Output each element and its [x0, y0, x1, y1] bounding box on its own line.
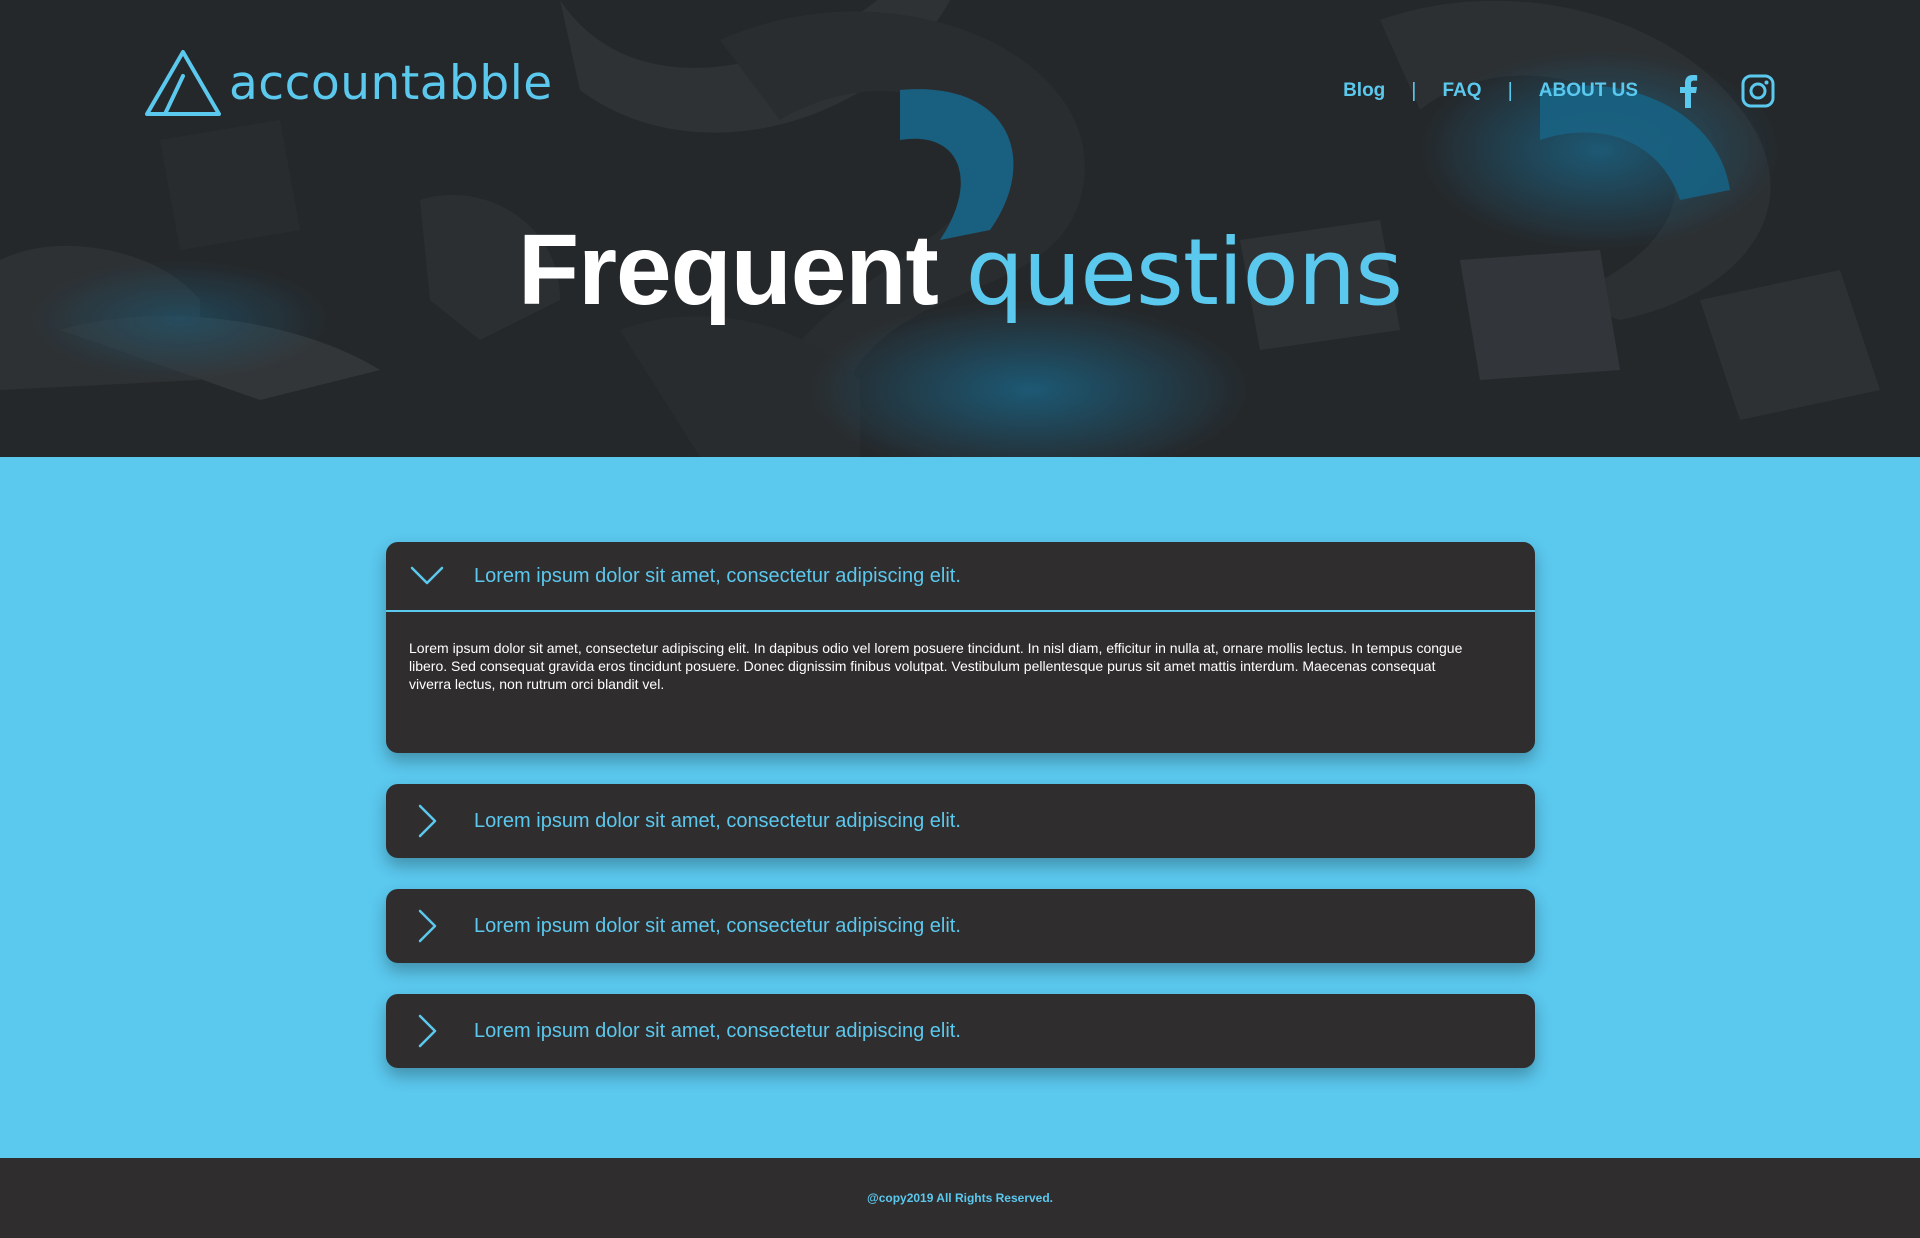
nav-separator: | — [1507, 79, 1513, 102]
faq-answer: Lorem ipsum dolor sit amet, consectetur … — [409, 640, 1463, 692]
faq-item: Lorem ipsum dolor sit amet, consectetur … — [386, 889, 1535, 963]
nav-link-blog[interactable]: Blog — [1343, 80, 1385, 102]
chevron-right-icon — [408, 907, 446, 945]
faq-question-toggle[interactable]: Lorem ipsum dolor sit amet, consectetur … — [386, 889, 1535, 963]
faq-question: Lorem ipsum dolor sit amet, consectetur … — [474, 564, 961, 587]
chevron-right-icon — [408, 1012, 446, 1050]
hero-banner: accountabble Blog | FAQ | ABOUT US Frequ… — [0, 0, 1920, 457]
faq-item: Lorem ipsum dolor sit amet, consectetur … — [386, 784, 1535, 858]
chevron-down-icon — [408, 557, 446, 595]
page-title-strong: Frequent — [518, 214, 939, 326]
facebook-icon[interactable] — [1674, 73, 1702, 109]
chevron-right-icon — [408, 802, 446, 840]
faq-question: Lorem ipsum dolor sit amet, consectetur … — [474, 809, 961, 832]
faq-item: Lorem ipsum dolor sit amet, consectetur … — [386, 994, 1535, 1068]
nav-link-about-us[interactable]: ABOUT US — [1539, 80, 1638, 102]
page-title-light: questions — [965, 219, 1403, 326]
faq-question: Lorem ipsum dolor sit amet, consectetur … — [474, 1019, 961, 1042]
faq-item: Lorem ipsum dolor sit amet, consectetur … — [386, 542, 1535, 753]
page-title: Frequent questions — [0, 210, 1920, 333]
instagram-icon[interactable] — [1740, 73, 1776, 109]
copyright-text: @copy2019 All Rights Reserved. — [867, 1191, 1053, 1205]
faq-question-toggle[interactable]: Lorem ipsum dolor sit amet, consectetur … — [386, 542, 1535, 612]
faq-question-toggle[interactable]: Lorem ipsum dolor sit amet, consectetur … — [386, 994, 1535, 1068]
faq-accordion: Lorem ipsum dolor sit amet, consectetur … — [386, 542, 1535, 1099]
nav-separator: | — [1411, 79, 1417, 102]
top-navigation: Blog | FAQ | ABOUT US — [1343, 70, 1776, 112]
brand-logo[interactable]: accountabble — [143, 48, 553, 118]
page-footer: @copy2019 All Rights Reserved. — [0, 1158, 1920, 1238]
faq-question: Lorem ipsum dolor sit amet, consectetur … — [474, 914, 961, 937]
triangle-logo-icon — [145, 50, 221, 116]
faq-question-toggle[interactable]: Lorem ipsum dolor sit amet, consectetur … — [386, 784, 1535, 858]
nav-link-faq[interactable]: FAQ — [1443, 80, 1482, 102]
brand-name: accountabble — [229, 55, 553, 111]
